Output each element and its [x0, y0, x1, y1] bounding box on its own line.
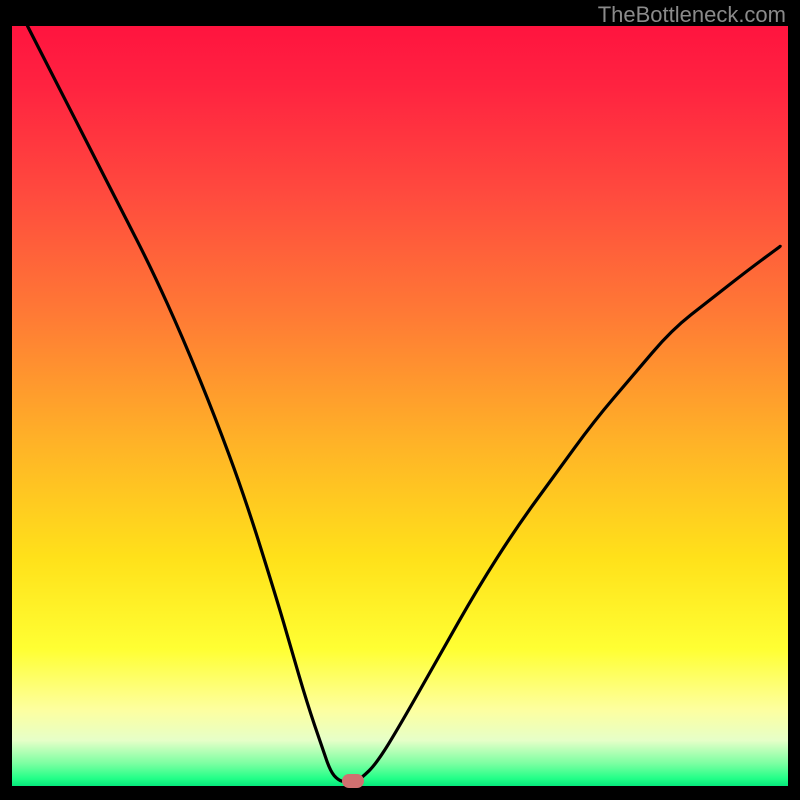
plot-frame — [12, 26, 788, 786]
watermark-text: TheBottleneck.com — [598, 2, 786, 28]
minimum-marker — [342, 774, 364, 788]
bottleneck-curve — [12, 26, 788, 786]
